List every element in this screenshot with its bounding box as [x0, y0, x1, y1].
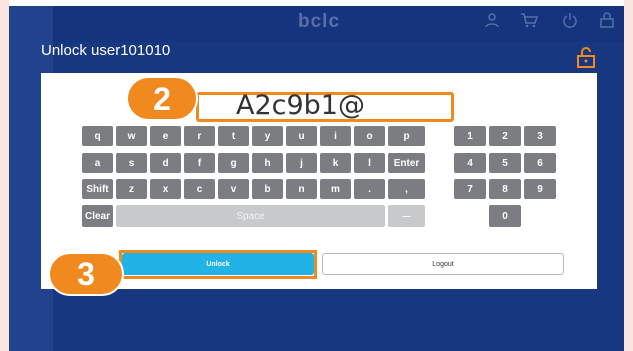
key-period[interactable]: . — [354, 179, 385, 199]
left-edge-strip — [0, 0, 9, 351]
num-key-6[interactable]: 6 — [524, 153, 556, 173]
key-e[interactable]: e — [150, 126, 181, 146]
unlock-button[interactable]: Unlock — [122, 253, 314, 275]
num-key-1[interactable]: 1 — [454, 126, 486, 146]
space-key[interactable]: Space — [116, 205, 385, 227]
screen: bclc Unlock user101010 A2c9b1@ 2 q w e r… — [0, 0, 633, 351]
key-f[interactable]: f — [184, 153, 215, 173]
step-2-badge: 2 — [126, 76, 198, 121]
key-h[interactable]: h — [252, 153, 283, 173]
key-u[interactable]: u — [286, 126, 317, 146]
key-comma[interactable]: , — [388, 179, 425, 199]
key-t[interactable]: t — [218, 126, 249, 146]
key-k[interactable]: k — [320, 153, 351, 173]
enter-key[interactable]: Enter — [388, 153, 425, 173]
key-v[interactable]: v — [218, 179, 249, 199]
key-j[interactable]: j — [286, 153, 317, 173]
backspace-key[interactable]: — — [388, 205, 425, 227]
on-screen-keyboard: q w e r t y u i o p a s d f g h j k l En… — [82, 126, 428, 228]
key-m[interactable]: m — [320, 179, 351, 199]
key-y[interactable]: y — [252, 126, 283, 146]
num-key-7[interactable]: 7 — [454, 179, 486, 199]
shift-key[interactable]: Shift — [82, 179, 113, 199]
key-x[interactable]: x — [150, 179, 181, 199]
key-i[interactable]: i — [320, 126, 351, 146]
num-key-0[interactable]: 0 — [489, 205, 521, 227]
num-key-2[interactable]: 2 — [489, 126, 521, 146]
num-key-5[interactable]: 5 — [489, 153, 521, 173]
key-n[interactable]: n — [286, 179, 317, 199]
right-edge-strip — [624, 0, 633, 351]
password-value: A2c9b1@ — [236, 90, 365, 121]
step-3-badge: 3 — [48, 252, 124, 296]
num-key-9[interactable]: 9 — [524, 179, 556, 199]
modal-title: Unlock user101010 — [41, 42, 171, 59]
key-w[interactable]: w — [116, 126, 147, 146]
key-l[interactable]: l — [354, 153, 385, 173]
key-z[interactable]: z — [116, 179, 147, 199]
key-s[interactable]: s — [116, 153, 147, 173]
key-d[interactable]: d — [150, 153, 181, 173]
key-p[interactable]: p — [388, 126, 425, 146]
clear-key[interactable]: Clear — [82, 205, 113, 227]
num-key-4[interactable]: 4 — [454, 153, 486, 173]
key-r[interactable]: r — [184, 126, 215, 146]
logout-button[interactable]: Logout — [322, 253, 564, 275]
unlock-icon — [576, 46, 596, 68]
key-o[interactable]: o — [354, 126, 385, 146]
key-a[interactable]: a — [82, 153, 113, 173]
key-c[interactable]: c — [184, 179, 215, 199]
key-b[interactable]: b — [252, 179, 283, 199]
key-q[interactable]: q — [82, 126, 113, 146]
num-key-8[interactable]: 8 — [489, 179, 521, 199]
num-key-3[interactable]: 3 — [524, 126, 556, 146]
key-g[interactable]: g — [218, 153, 249, 173]
